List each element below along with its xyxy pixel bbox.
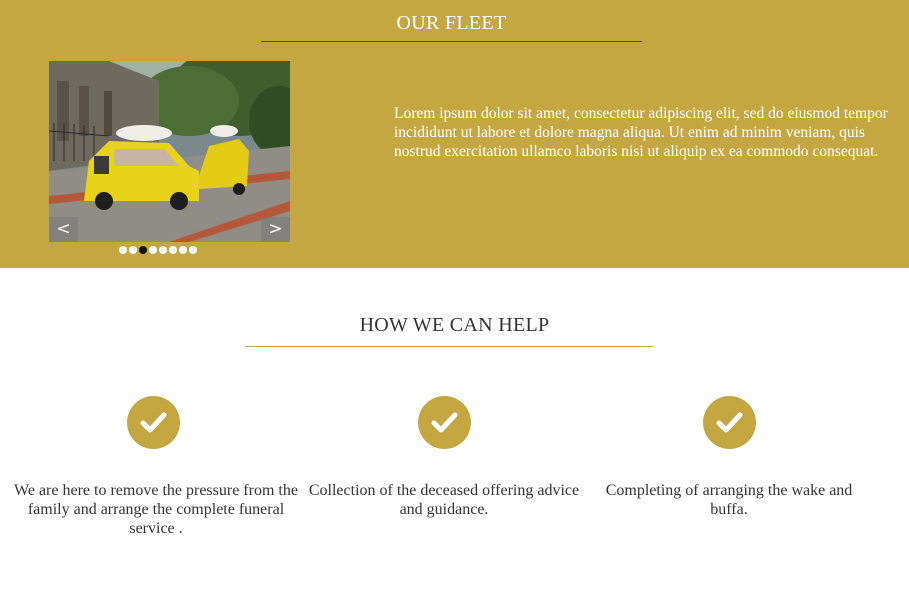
slider-dot[interactable] xyxy=(129,246,137,254)
help-item-text: We are here to remove the pressure from … xyxy=(14,482,298,537)
check-icon xyxy=(703,396,756,449)
slider-pagination xyxy=(119,246,197,256)
slider-dot[interactable] xyxy=(169,246,177,254)
fleet-slide-image xyxy=(49,61,290,242)
help-item-text: Completing of arranging the wake and buf… xyxy=(605,482,853,518)
slider-next-button[interactable]: > xyxy=(261,217,290,242)
help-title: HOW WE CAN HELP xyxy=(359,314,550,336)
help-item-text: Collection of the deceased offering advi… xyxy=(308,482,580,518)
check-icon xyxy=(418,396,471,449)
help-title-divider xyxy=(246,346,653,347)
slider-dot[interactable] xyxy=(179,246,187,254)
fleet-description: Lorem ipsum dolor sit amet, consectetur … xyxy=(394,105,888,160)
fleet-section: OUR FLEET < > Lorem ipsum dolor sit amet… xyxy=(0,0,909,268)
slider-dot[interactable] xyxy=(159,246,167,254)
fleet-title-divider xyxy=(261,41,642,42)
slider-dot[interactable] xyxy=(149,246,157,254)
slider-prev-button[interactable]: < xyxy=(49,217,78,242)
slider-dot[interactable] xyxy=(189,246,197,254)
check-icon xyxy=(127,396,180,449)
slider-dot[interactable] xyxy=(119,246,127,254)
fleet-image-slider[interactable]: < > xyxy=(49,61,290,242)
fleet-title: OUR FLEET xyxy=(396,12,507,34)
slider-dot-active[interactable] xyxy=(139,246,147,254)
